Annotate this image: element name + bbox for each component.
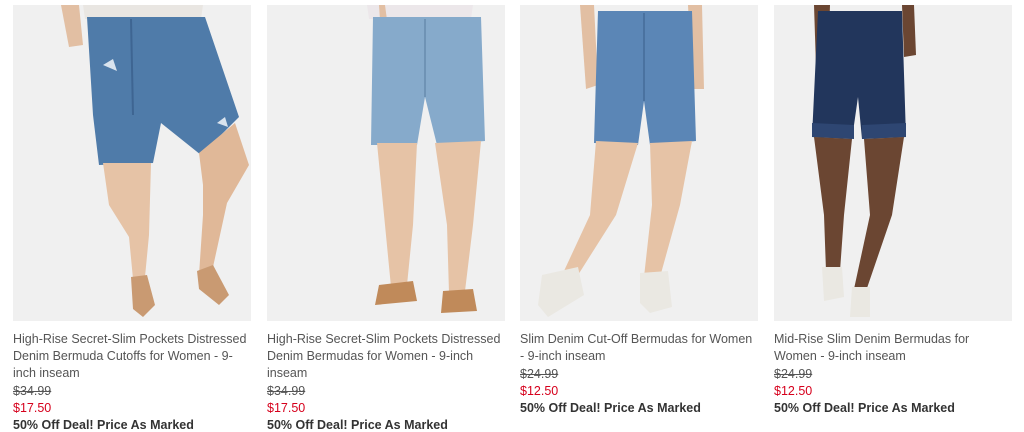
sale-price: $17.50 xyxy=(267,401,306,415)
product-image[interactable] xyxy=(267,5,505,321)
product-grid: High-Rise Secret-Slim Pockets Distressed… xyxy=(0,0,1024,432)
deal-label: 50% Off Deal! Price As Marked xyxy=(267,418,448,432)
product-title-link[interactable]: High-Rise Secret-Slim Pockets Distressed… xyxy=(13,331,251,382)
original-price: $24.99 xyxy=(774,367,813,381)
product-card: Slim Denim Cut-Off Bermudas for Women - … xyxy=(520,5,758,417)
sale-price: $12.50 xyxy=(774,384,813,398)
product-card: High-Rise Secret-Slim Pockets Distressed… xyxy=(13,5,251,432)
original-price: $34.99 xyxy=(13,384,52,398)
product-photo-illustration xyxy=(267,5,505,321)
product-title-link[interactable]: Mid-Rise Slim Denim Bermudas for Women -… xyxy=(774,331,1012,365)
deal-label: 50% Off Deal! Price As Marked xyxy=(774,401,955,415)
product-image[interactable] xyxy=(774,5,1012,321)
product-card: High-Rise Secret-Slim Pockets Distressed… xyxy=(267,5,505,432)
original-price: $34.99 xyxy=(267,384,306,398)
sale-price: $12.50 xyxy=(520,384,559,398)
product-card: Mid-Rise Slim Denim Bermudas for Women -… xyxy=(774,5,1012,417)
deal-label: 50% Off Deal! Price As Marked xyxy=(520,401,701,415)
product-photo-illustration xyxy=(13,5,251,321)
product-image[interactable] xyxy=(13,5,251,321)
product-photo-illustration xyxy=(774,5,1012,321)
product-title-link[interactable]: Slim Denim Cut-Off Bermudas for Women - … xyxy=(520,331,758,365)
white-slip-on-sneaker xyxy=(822,267,844,301)
sale-price: $17.50 xyxy=(13,401,52,415)
product-photo-illustration xyxy=(520,5,758,321)
product-title-link[interactable]: High-Rise Secret-Slim Pockets Distressed… xyxy=(267,331,505,382)
original-price: $24.99 xyxy=(520,367,559,381)
product-image[interactable] xyxy=(520,5,758,321)
deal-label: 50% Off Deal! Price As Marked xyxy=(13,418,194,432)
